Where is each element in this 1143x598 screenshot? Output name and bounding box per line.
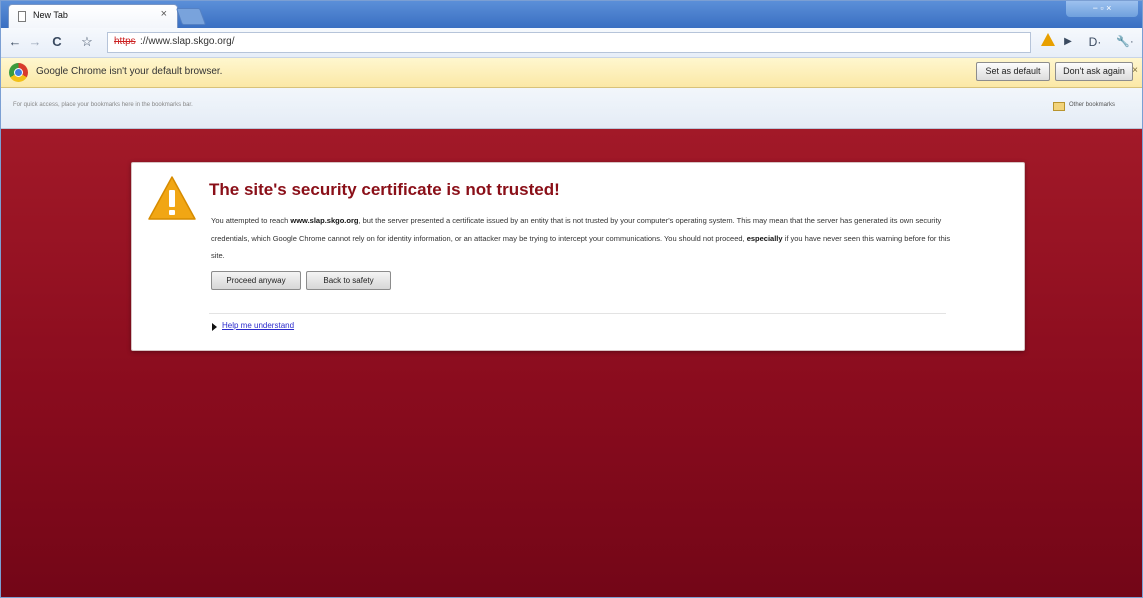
play-icon[interactable]: ▶: [1061, 32, 1075, 52]
help-me-understand-link[interactable]: Help me understand: [222, 321, 294, 330]
forward-icon[interactable]: →: [27, 32, 43, 52]
divider: [209, 313, 946, 314]
warning-icon: [1041, 33, 1055, 46]
toolbar: ← → C ☆ https ://www.slap.skgo.org/ ▶ D·…: [1, 28, 1142, 58]
url-scheme: https: [114, 36, 136, 47]
hostname: www.slap.skgo.org: [290, 216, 359, 225]
tab-close-icon[interactable]: ×: [161, 8, 167, 20]
dont-ask-again-button[interactable]: Don't ask again: [1055, 62, 1133, 81]
proceed-anyway-button[interactable]: Proceed anyway: [211, 271, 301, 290]
warning-description: You attempted to reach www.slap.skgo.org…: [211, 216, 951, 260]
tab-strip: New Tab × − ▫ ×: [1, 1, 1142, 28]
infobar-close-icon[interactable]: ×: [1132, 65, 1138, 76]
tab-new-tab[interactable]: New Tab ×: [8, 4, 178, 28]
expand-arrow-icon[interactable]: [212, 323, 217, 331]
emphasis: especially: [746, 233, 783, 243]
page-content: The site's security certificate is not t…: [1, 129, 1142, 597]
back-to-safety-button[interactable]: Back to safety: [306, 271, 391, 290]
other-bookmarks-link[interactable]: Other bookmarks: [1069, 102, 1115, 108]
folder-icon: [1053, 102, 1065, 111]
infobar-message: Google Chrome isn't your default browser…: [36, 66, 223, 77]
tab-title: New Tab: [33, 10, 68, 20]
bookmarks-hint: For quick access, place your bookmarks h…: [13, 102, 193, 108]
reload-icon[interactable]: C: [49, 32, 65, 52]
warning-triangle-icon: [148, 176, 196, 220]
default-browser-infobar: Google Chrome isn't your default browser…: [1, 58, 1142, 88]
page-menu-icon[interactable]: D·: [1083, 32, 1107, 52]
wrench-menu-icon[interactable]: 🔧·: [1113, 32, 1137, 52]
ssl-warning-card: The site's security certificate is not t…: [131, 162, 1025, 351]
star-icon[interactable]: ☆: [79, 32, 95, 52]
address-bar[interactable]: https ://www.slap.skgo.org/: [107, 32, 1031, 53]
page-title: The site's security certificate is not t…: [209, 180, 560, 199]
back-icon[interactable]: ←: [7, 32, 23, 52]
chrome-logo-icon: [9, 63, 28, 82]
bookmarks-bar: For quick access, place your bookmarks h…: [1, 88, 1142, 129]
new-tab-button[interactable]: [175, 8, 207, 25]
set-as-default-button[interactable]: Set as default: [976, 62, 1050, 81]
window-controls[interactable]: − ▫ ×: [1066, 1, 1138, 17]
browser-window: New Tab × − ▫ × ← → C ☆ https ://www.sla…: [0, 0, 1143, 598]
page-icon: [18, 11, 26, 22]
url-text: ://www.slap.skgo.org/: [140, 36, 235, 47]
